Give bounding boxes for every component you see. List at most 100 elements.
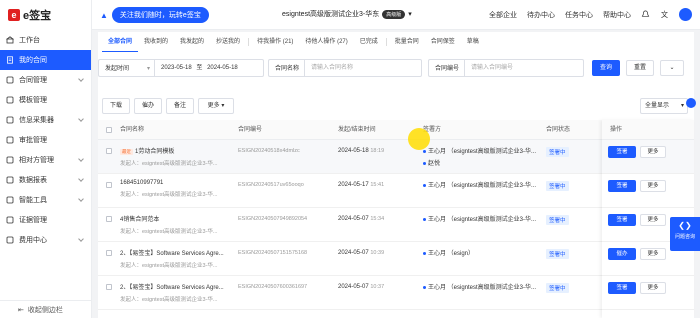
row-more-button[interactable]: 更多: [640, 282, 666, 294]
start-time: 10:37: [370, 284, 385, 290]
follow-pill[interactable]: 关注我们随时，玩转e签宝: [111, 7, 209, 23]
sidebar-item-10[interactable]: 费用中心: [0, 230, 91, 250]
status-badge: 签署中: [546, 181, 569, 191]
header-contract-name: 合同名称: [120, 127, 145, 133]
sidebar-item-3[interactable]: 模板管理: [0, 90, 91, 110]
initiator: 发起人：esigntest高级版测试企业3-华...: [120, 192, 218, 198]
bell-icon[interactable]: [641, 10, 650, 19]
tab-5[interactable]: 待他人操作 (27): [299, 32, 353, 52]
brand[interactable]: e e签宝: [0, 0, 91, 30]
remark-button[interactable]: 备注: [166, 98, 194, 114]
status-badge: 签署中: [546, 283, 569, 293]
date-range-input[interactable]: 2023-05-18 至 2024-05-18: [154, 59, 264, 77]
row-more-button[interactable]: 更多: [640, 248, 666, 260]
tab-9[interactable]: 草稿: [461, 32, 485, 52]
company-edition-badge: 高级版: [382, 9, 406, 19]
top-link-todo[interactable]: 待办中心: [527, 10, 555, 20]
urge-button[interactable]: 催办: [134, 98, 162, 114]
row-checkbox[interactable]: [106, 250, 112, 256]
follow-banner[interactable]: ▲ 关注我们随时，玩转e签宝: [100, 7, 209, 23]
contract-name-input[interactable]: 请输入合同名称: [304, 59, 422, 77]
top-link-all-enterprises[interactable]: 全部企业: [489, 10, 517, 20]
tab-7[interactable]: 批量合同: [389, 32, 425, 52]
contract-name[interactable]: 2、【易签宝】Software Services Agre...: [120, 285, 224, 291]
chevron-down-icon: [78, 76, 84, 82]
tab-1[interactable]: 我收到的: [138, 32, 174, 52]
sidebar-item-4[interactable]: 信息采集器: [0, 110, 91, 130]
initiator: 发起人：esigntest高级版测试企业3-华...: [120, 297, 218, 303]
contract-name-cell[interactable]: 最近 1劳动合同模板 发起人：esigntest高级版测试企业3-华...: [120, 146, 232, 167]
tab-4[interactable]: 待我操作 (21): [251, 32, 299, 52]
row-checkbox[interactable]: [106, 148, 112, 154]
help-consult-button[interactable]: ❮❯ 问题咨询: [670, 217, 700, 251]
tab-8[interactable]: 合同保签: [425, 32, 461, 52]
header-contract-code: 合同编号: [238, 127, 263, 133]
signer: 王心月 （esigntest高级版测试企业3-华...: [423, 214, 541, 223]
row-actions: 签署 更多: [602, 140, 694, 174]
row-checkbox[interactable]: [106, 284, 112, 290]
date-cell: 2024-05-18 18:19: [338, 148, 384, 154]
company-switcher[interactable]: esigntest高级版测试企业3-华东 高级版 ▾: [282, 9, 412, 19]
tab-3[interactable]: 抄送我的: [210, 32, 246, 52]
row-more-button[interactable]: 更多: [640, 214, 666, 226]
download-button[interactable]: 下载: [102, 98, 130, 114]
select-all-checkbox[interactable]: [106, 127, 112, 133]
more-actions-button[interactable]: 更多 ▾: [198, 98, 234, 114]
row-primary-action-button[interactable]: 催办: [608, 248, 636, 260]
more-actions-label: 更多: [207, 103, 220, 109]
row-more-button[interactable]: 更多: [640, 146, 666, 158]
signer-name: 王心月 （esigntest高级版测试企业3-华...: [428, 217, 537, 223]
start-time: 18:19: [370, 148, 385, 154]
translate-icon[interactable]: 文: [660, 10, 669, 19]
tab-6[interactable]: 已完成: [354, 32, 384, 52]
row-checkbox[interactable]: [106, 182, 112, 188]
row-primary-action-button[interactable]: 签署: [608, 180, 636, 192]
top-link-tasks[interactable]: 任务中心: [565, 10, 593, 20]
chevron-down-icon: ▾: [680, 103, 684, 109]
sidebar-item-label: 数据报表: [19, 177, 47, 184]
collapse-label: 收起侧边栏: [27, 306, 63, 314]
display-mode-select[interactable]: 全量显示 ▾: [640, 98, 688, 114]
template-icon: [6, 96, 14, 104]
sidebar-item-8[interactable]: 智能工具: [0, 190, 91, 210]
row-checkbox[interactable]: [106, 216, 112, 222]
contract-name-cell[interactable]: 2、【易签宝】Software Services Agre... 发起人：esig…: [120, 282, 232, 303]
reset-button[interactable]: 重置: [626, 60, 654, 76]
contract-name-cell[interactable]: 1684510997791 发起人：esigntest高级版测试企业3-华...: [120, 180, 232, 198]
tab-2[interactable]: 我发起的: [174, 32, 210, 52]
date-type-select[interactable]: 发起时间 ▾: [98, 59, 154, 77]
sidebar-item-label: 审批管理: [19, 137, 47, 144]
row-more-button[interactable]: 更多: [640, 180, 666, 192]
sidebar-item-9[interactable]: 证据管理: [0, 210, 91, 230]
sidebar-item-1[interactable]: 我的合同: [0, 50, 91, 70]
contract-name[interactable]: 1劳动合同模板: [135, 149, 174, 155]
file-icon: [6, 76, 14, 84]
scroll-top-button[interactable]: [686, 98, 696, 108]
row-primary-action-button[interactable]: 签署: [608, 282, 636, 294]
brand-name: e签宝: [23, 10, 52, 22]
signer: 王心月 （esigntest高级版测试企业3-华...: [423, 180, 541, 189]
sidebar-item-label: 工作台: [19, 37, 40, 44]
contract-name[interactable]: 2、【易签宝】Software Services Agre...: [120, 251, 224, 257]
contract-name-cell[interactable]: 2、【易签宝】Software Services Agre... 发起人：esig…: [120, 248, 232, 269]
chevron-down-icon: ▾: [408, 11, 412, 18]
contract-name-cell[interactable]: 4销售合同范本 发起人：esigntest高级版测试企业3-华...: [120, 214, 232, 235]
collapse-sidebar-button[interactable]: ⇤ 收起侧边栏: [0, 300, 92, 318]
sidebar-item-7[interactable]: 数据报表: [0, 170, 91, 190]
row-primary-action-button[interactable]: 签署: [608, 214, 636, 226]
contract-name[interactable]: 1684510997791: [120, 180, 163, 186]
search-button[interactable]: 查询: [592, 60, 620, 76]
tab-0[interactable]: 全部合同: [102, 32, 139, 52]
sidebar-item-5[interactable]: 审批管理: [0, 130, 91, 150]
contract-name[interactable]: 4销售合同范本: [120, 217, 159, 223]
sidebar-item-0[interactable]: 工作台: [0, 30, 91, 50]
avatar[interactable]: [679, 8, 692, 21]
sidebar-item-2[interactable]: 合同管理: [0, 70, 91, 90]
contract-code-input[interactable]: 请输入合同编号: [464, 59, 584, 77]
sidebar-item-6[interactable]: 相对方管理: [0, 150, 91, 170]
row-primary-action-button[interactable]: 签署: [608, 146, 636, 158]
top-link-help[interactable]: 帮助中心: [603, 10, 631, 20]
expand-filters-button[interactable]: ⌄: [660, 60, 684, 76]
signers-cell: 王心月 （esigntest高级版测试企业3-华...: [423, 282, 541, 294]
approval-icon: [6, 136, 14, 144]
